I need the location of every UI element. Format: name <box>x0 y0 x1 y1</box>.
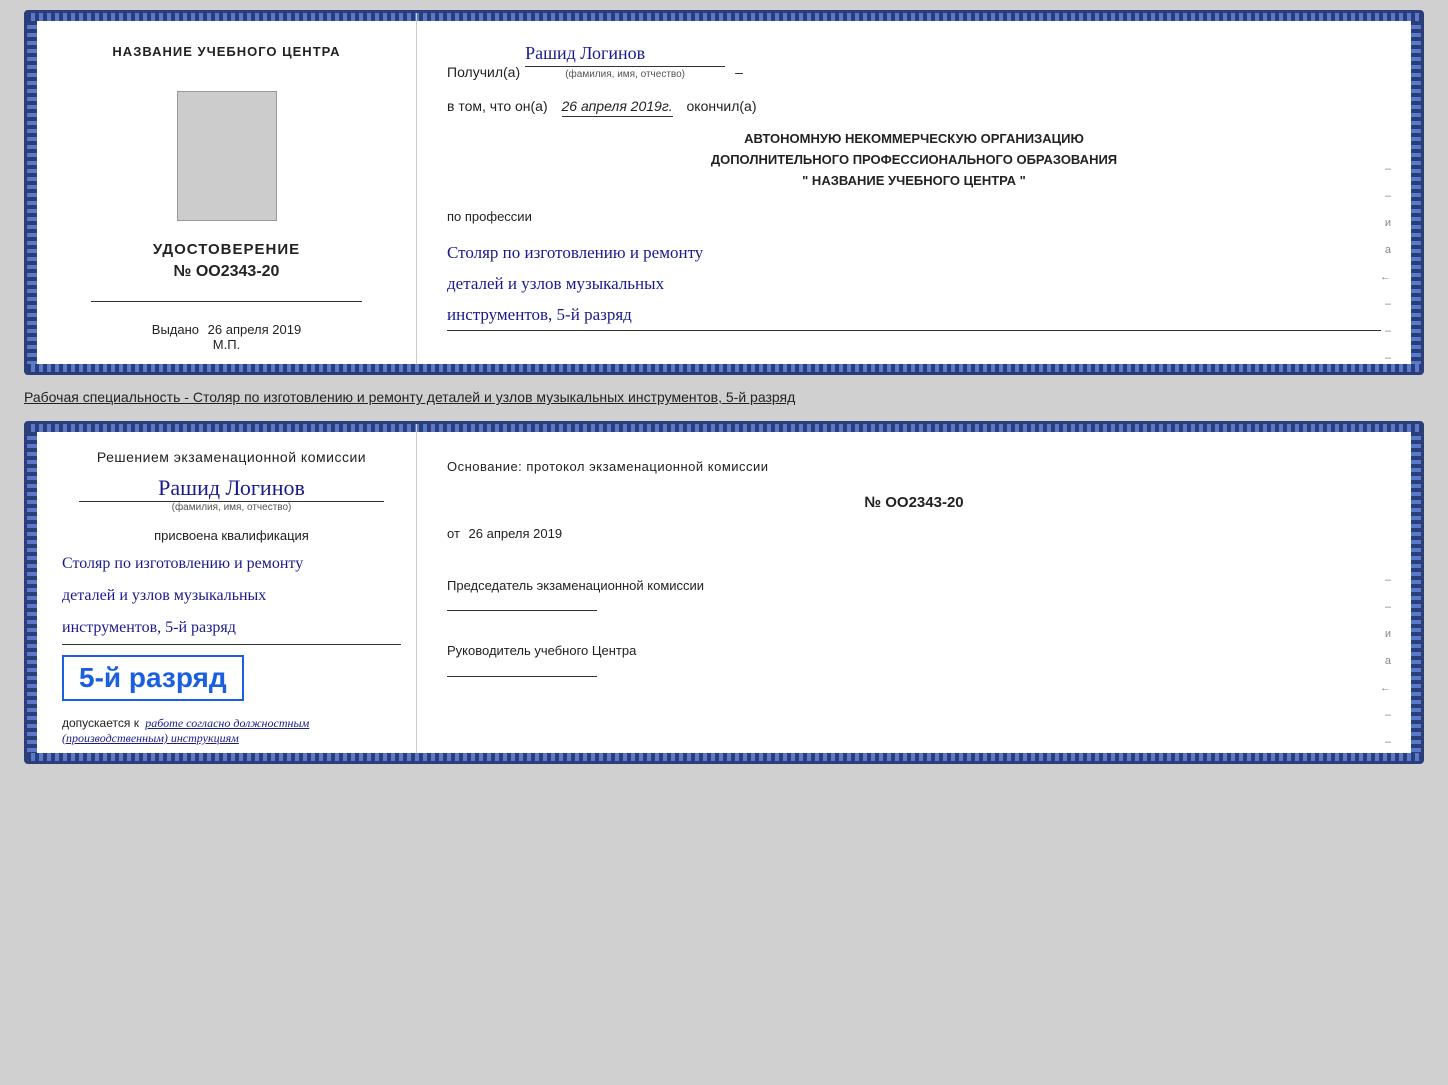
finished-label: окончил(а) <box>687 98 757 114</box>
qual-line3: инструментов, 5-й разряд <box>62 612 401 644</box>
mark-1: – <box>1385 163 1391 175</box>
mark-7: – <box>1385 325 1391 337</box>
mp-label: М.П. <box>213 337 240 352</box>
cert-heading: УДОСТОВЕРЕНИЕ <box>153 241 300 258</box>
bmark-4: а <box>1385 655 1391 667</box>
director-block: Руководитель учебного Центра <box>447 641 1381 677</box>
chairman-signature-line <box>447 610 597 611</box>
chairman-label: Председатель экзаменационной комиссии <box>447 576 1381 596</box>
mark-6: – <box>1385 298 1391 310</box>
photo-placeholder <box>177 91 277 221</box>
cert-number-top: № OO2343-20 <box>174 263 280 281</box>
right-edge-marks-top: – – и а ← – – – – <box>1380 163 1391 375</box>
proto-date-prefix: от <box>447 526 460 541</box>
recipient-name: Рашид Логинов <box>525 43 725 67</box>
institution-line3: " НАЗВАНИЕ УЧЕБНОГО ЦЕНТРА " <box>447 171 1381 192</box>
mark-8: – <box>1385 352 1391 364</box>
bottom-doc-left-panel: Решением экзаменационной комиссии Рашид … <box>37 424 417 761</box>
proto-date: от 26 апреля 2019 <box>447 526 1381 541</box>
bottom-person-name-container: Рашид Логинов (фамилия, имя, отчество) <box>62 475 401 523</box>
issued-label: Выдано <box>152 322 199 337</box>
completion-date: 26 апреля 2019г. <box>562 98 673 117</box>
left-border-stripe <box>27 13 37 372</box>
mp-container: М.П. <box>213 337 240 352</box>
recipient-line: Получил(а) Рашид Логинов (фамилия, имя, … <box>447 43 1381 80</box>
bmark-2: – <box>1385 601 1391 613</box>
received-label: Получил(а) <box>447 64 520 80</box>
допускается-line: допускается к работе согласно должностны… <box>62 716 401 746</box>
right-border-stripe-top <box>1411 13 1421 372</box>
rank-badge: 5-й разряд <box>62 655 244 701</box>
bmark-7: – <box>1385 736 1391 748</box>
in-that-label: в том, что он(а) <box>447 98 548 114</box>
chairman-block: Председатель экзаменационной комиссии <box>447 576 1381 612</box>
prof-line2: деталей и узлов музыкальных <box>447 269 1381 300</box>
proto-date-value: 26 апреля 2019 <box>469 526 563 541</box>
bmark-6: – <box>1385 709 1391 721</box>
right-edge-marks-bottom: – – и а ← – – – – <box>1380 574 1391 764</box>
top-document-card: НАЗВАНИЕ УЧЕБНОГО ЦЕНТРА УДОСТОВЕРЕНИЕ №… <box>24 10 1424 375</box>
recipient-block: Рашид Логинов (фамилия, имя, отчество) <box>525 43 725 80</box>
qualification-label: присвоена квалификация <box>62 528 401 543</box>
dash-separator: – <box>735 64 743 80</box>
bottom-person-name: Рашид Логинов <box>79 475 384 502</box>
school-name-top: НАЗВАНИЕ УЧЕБНОГО ЦЕНТРА <box>112 43 340 61</box>
director-label: Руководитель учебного Центра <box>447 641 1381 661</box>
mark-2: – <box>1385 190 1391 202</box>
prof-line1: Столяр по изготовлению и ремонту <box>447 238 1381 269</box>
bottom-fio-sub: (фамилия, имя, отчество) <box>62 502 401 513</box>
bmark-8: – <box>1385 763 1391 764</box>
date-line: в том, что он(а) 26 апреля 2019г. окончи… <box>447 98 1381 114</box>
proto-number: № OO2343-20 <box>447 494 1381 511</box>
issued-line: Выдано 26 апреля 2019 <box>152 322 301 337</box>
prof-line3: инструментов, 5-й разряд <box>447 300 1381 331</box>
divider-line-1 <box>91 301 362 302</box>
right-border-stripe-bottom <box>1411 424 1421 761</box>
specialty-text: Рабочая специальность - Столяр по изгото… <box>24 383 1424 413</box>
допускается-label: допускается к <box>62 716 139 730</box>
profession-value: Столяр по изготовлению и ремонту деталей… <box>447 238 1381 331</box>
qualification-value: Столяр по изготовлению и ремонту деталей… <box>62 548 401 645</box>
basis-text: Основание: протокол экзаменационной коми… <box>447 459 1381 474</box>
bottom-doc-right-panel: Основание: протокол экзаменационной коми… <box>417 424 1411 761</box>
mark-3: и <box>1385 217 1391 229</box>
bmark-5: ← <box>1380 682 1391 694</box>
issued-date: 26 апреля 2019 <box>208 322 302 337</box>
institution-line2: ДОПОЛНИТЕЛЬНОГО ПРОФЕССИОНАЛЬНОГО ОБРАЗО… <box>447 150 1381 171</box>
bottom-document-card: Решением экзаменационной комиссии Рашид … <box>24 421 1424 764</box>
profession-label: по профессии <box>447 209 1381 224</box>
mark-5: ← <box>1380 271 1391 283</box>
bmark-3: и <box>1385 628 1391 640</box>
mark-4: а <box>1385 244 1391 256</box>
qual-line1: Столяр по изготовлению и ремонту <box>62 548 401 580</box>
page-wrapper: НАЗВАНИЕ УЧЕБНОГО ЦЕНТРА УДОСТОВЕРЕНИЕ №… <box>24 10 1424 764</box>
top-doc-left-panel: НАЗВАНИЕ УЧЕБНОГО ЦЕНТРА УДОСТОВЕРЕНИЕ №… <box>37 13 417 372</box>
institution-line1: АВТОНОМНУЮ НЕКОММЕРЧЕСКУЮ ОРГАНИЗАЦИЮ <box>447 129 1381 150</box>
recipient-fio-sub: (фамилия, имя, отчество) <box>525 69 725 80</box>
bmark-1: – <box>1385 574 1391 586</box>
decision-text: Решением экзаменационной комиссии <box>62 449 401 465</box>
top-doc-right-panel: Получил(а) Рашид Логинов (фамилия, имя, … <box>417 13 1411 372</box>
qual-line2: деталей и узлов музыкальных <box>62 580 401 612</box>
director-signature-line <box>447 676 597 677</box>
institution-block: АВТОНОМНУЮ НЕКОММЕРЧЕСКУЮ ОРГАНИЗАЦИЮ ДО… <box>447 129 1381 191</box>
left-border-stripe-bottom <box>27 424 37 761</box>
rank-badge-text: 5-й разряд <box>79 662 227 693</box>
